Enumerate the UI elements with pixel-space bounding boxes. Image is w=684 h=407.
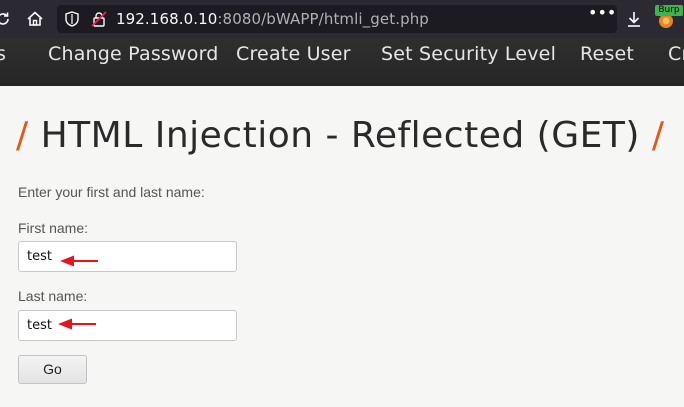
download-icon[interactable] [625,10,643,28]
burp-badge: Burp [655,5,683,16]
url-text[interactable]: 192.168.0.10:8080/bWAPP/htmli_get.php [116,10,429,28]
title-slash-left: / [16,115,29,156]
shield-icon[interactable] [65,11,79,27]
browser-toolbar: 192.168.0.10:8080/bWAPP/htmli_get.php ••… [0,0,684,38]
intro-text: Enter your first and last name: [18,184,205,200]
insecure-lock-icon[interactable] [91,11,107,27]
nav-item-cut-right[interactable]: Cr [668,43,684,65]
address-bar[interactable]: 192.168.0.10:8080/bWAPP/htmli_get.php [57,5,617,33]
nav-item-set-security-level[interactable]: Set Security Level [381,43,556,65]
page-actions-menu-icon[interactable]: ••• [588,3,616,22]
nav-item-reset[interactable]: Reset [580,43,634,65]
go-button[interactable]: Go [18,355,87,384]
home-icon[interactable] [26,10,44,28]
url-host: 192.168.0.10 [116,10,218,28]
title-slash-right: / [651,115,665,156]
url-port: :8080 [217,10,262,28]
first-name-input[interactable] [18,241,237,272]
site-navigation: s Change Password Create User Set Securi… [0,38,684,86]
annotation-arrow-last [58,318,96,330]
title-text: HTML Injection - Reflected (GET) [40,115,640,156]
reload-icon[interactable] [0,10,12,28]
last-name-input[interactable] [18,310,237,341]
url-path: /bWAPP/htmli_get.php [261,10,429,28]
annotation-arrow-first [60,255,98,267]
page-title: / HTML Injection - Reflected (GET) / [16,115,664,156]
nav-item-cut-left[interactable]: s [0,43,6,65]
first-name-label: First name: [18,220,89,236]
last-name-label: Last name: [18,288,88,304]
nav-item-create-user[interactable]: Create User [236,43,351,65]
nav-item-change-password[interactable]: Change Password [48,43,219,65]
